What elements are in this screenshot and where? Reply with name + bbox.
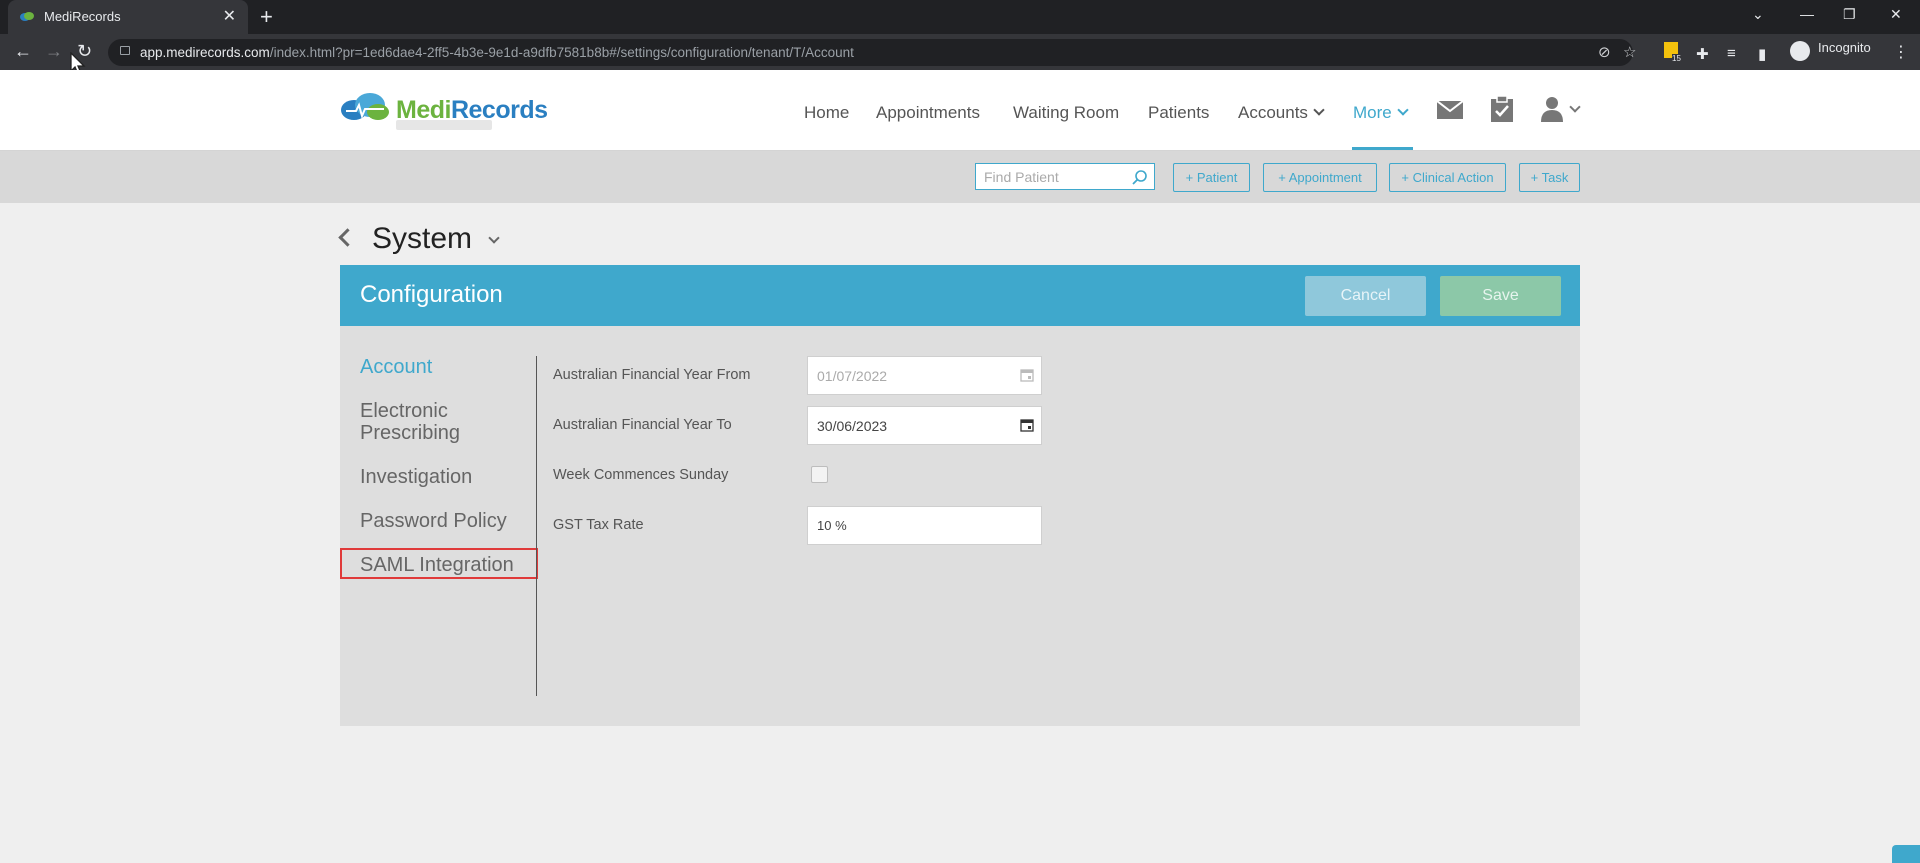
incognito-icon[interactable]	[1790, 41, 1810, 61]
medirecords-favicon-icon	[20, 12, 34, 21]
back-chevron-icon[interactable]	[338, 228, 357, 247]
chevron-down-icon	[1313, 104, 1325, 116]
tab-title: MediRecords	[44, 9, 121, 24]
nav-more[interactable]: More	[1353, 103, 1409, 123]
tab-search-icon[interactable]: ⌄	[1752, 6, 1764, 23]
week-commences-sunday-label: Week Commences Sunday	[553, 467, 729, 483]
nav-patients[interactable]: Patients	[1148, 103, 1209, 123]
browser-menu-icon[interactable]: ⋮	[1893, 42, 1909, 62]
mail-icon[interactable]	[1437, 101, 1463, 119]
close-window-icon[interactable]: ✕	[1890, 6, 1902, 23]
eye-off-icon[interactable]: ⊘	[1598, 43, 1611, 61]
user-menu-chevron-icon[interactable]	[1569, 101, 1581, 113]
nav-accounts[interactable]: Accounts	[1238, 103, 1325, 123]
panel-title: Configuration	[360, 281, 503, 308]
sidebar-item-investigation[interactable]: Investigation	[360, 466, 472, 488]
cancel-button[interactable]: Cancel	[1305, 276, 1426, 316]
nav-accounts-label: Accounts	[1238, 103, 1308, 122]
sidebar-item-electronic-prescribing[interactable]: Electronic Prescribing	[360, 400, 510, 444]
chevron-down-icon	[1397, 104, 1409, 116]
forward-icon[interactable]: →	[45, 41, 63, 62]
fy-to-value: 30/06/2023	[817, 418, 888, 434]
annotation-highlight-box	[340, 548, 538, 579]
fy-to-label: Australian Financial Year To	[553, 417, 732, 433]
restore-icon[interactable]: ❐	[1843, 6, 1856, 23]
sidebar-item-account[interactable]: Account	[360, 356, 432, 378]
week-commences-sunday-checkbox[interactable]	[811, 466, 828, 483]
calendar-icon[interactable]	[1020, 368, 1034, 382]
incognito-label: Incognito	[1818, 40, 1871, 55]
configuration-panel-body: Account Electronic Prescribing Investiga…	[340, 326, 1580, 726]
user-icon[interactable]	[1541, 96, 1563, 122]
gst-tax-rate-field[interactable]: 10 %	[807, 506, 1042, 545]
fy-to-date-field[interactable]: 30/06/2023	[807, 406, 1042, 445]
nav-appointments[interactable]: Appointments	[876, 103, 980, 123]
minimize-icon[interactable]: —	[1800, 6, 1814, 22]
back-icon[interactable]: ←	[14, 41, 32, 62]
extension-badge-count: 15	[1672, 54, 1681, 63]
find-patient-placeholder: Find Patient	[984, 169, 1059, 185]
nav-home[interactable]: Home	[804, 103, 849, 123]
nav-active-indicator	[1352, 147, 1413, 150]
logo-tagline-redacted	[396, 120, 492, 130]
url-text: app.medirecords.com/index.html?pr=1ed6da…	[140, 45, 854, 60]
sidebar-divider	[536, 356, 537, 696]
new-tab-icon[interactable]: +	[260, 4, 273, 30]
help-widget-tab[interactable]	[1892, 845, 1920, 863]
address-bar: ← → ↻ app.medirecords.com/index.html?pr=…	[0, 34, 1920, 70]
find-patient-input[interactable]: Find Patient	[975, 163, 1155, 190]
nav-waiting-room[interactable]: Waiting Room	[1013, 103, 1119, 123]
add-clinical-action-button[interactable]: + Clinical Action	[1389, 163, 1506, 192]
add-patient-button[interactable]: + Patient	[1173, 163, 1250, 192]
bookmark-star-icon[interactable]: ☆	[1623, 43, 1636, 61]
medirecords-logo-icon[interactable]	[340, 92, 390, 122]
side-panel-icon[interactable]: ▮	[1758, 45, 1766, 63]
add-appointment-button[interactable]: + Appointment	[1263, 163, 1377, 192]
fy-from-date-field[interactable]: 01/07/2022	[807, 356, 1042, 395]
add-task-button[interactable]: + Task	[1519, 163, 1580, 192]
sidebar-item-password-policy[interactable]: Password Policy	[360, 510, 507, 532]
gst-tax-rate-label: GST Tax Rate	[553, 517, 644, 533]
app-header: MediRecords Home Appointments Waiting Ro…	[0, 70, 1920, 151]
search-icon[interactable]	[1132, 169, 1148, 185]
clipboard-check-icon[interactable]	[1490, 96, 1514, 122]
fy-from-label: Australian Financial Year From	[553, 367, 751, 383]
configuration-panel-header: Configuration Cancel Save	[340, 265, 1580, 326]
page-title: System	[372, 222, 473, 255]
lock-icon	[120, 46, 130, 55]
close-tab-icon[interactable]: ✕	[223, 6, 236, 26]
save-button[interactable]: Save	[1440, 276, 1561, 316]
reading-list-icon[interactable]: ≡	[1727, 45, 1736, 62]
nav-more-label: More	[1353, 103, 1392, 122]
title-dropdown-chevron-icon[interactable]	[488, 232, 500, 244]
browser-tab[interactable]: MediRecords ✕	[8, 0, 248, 34]
puzzle-icon[interactable]: ✚	[1696, 45, 1709, 63]
quick-action-bar: Find Patient + Patient + Appointment + C…	[0, 151, 1920, 203]
fy-from-value: 01/07/2022	[817, 368, 888, 384]
browser-tab-strip: MediRecords ✕ + ⌄ — ❐ ✕	[0, 0, 1920, 34]
calendar-icon[interactable]	[1020, 418, 1034, 432]
url-field[interactable]: app.medirecords.com/index.html?pr=1ed6da…	[108, 39, 1636, 66]
gst-tax-rate-value: 10 %	[817, 518, 847, 533]
